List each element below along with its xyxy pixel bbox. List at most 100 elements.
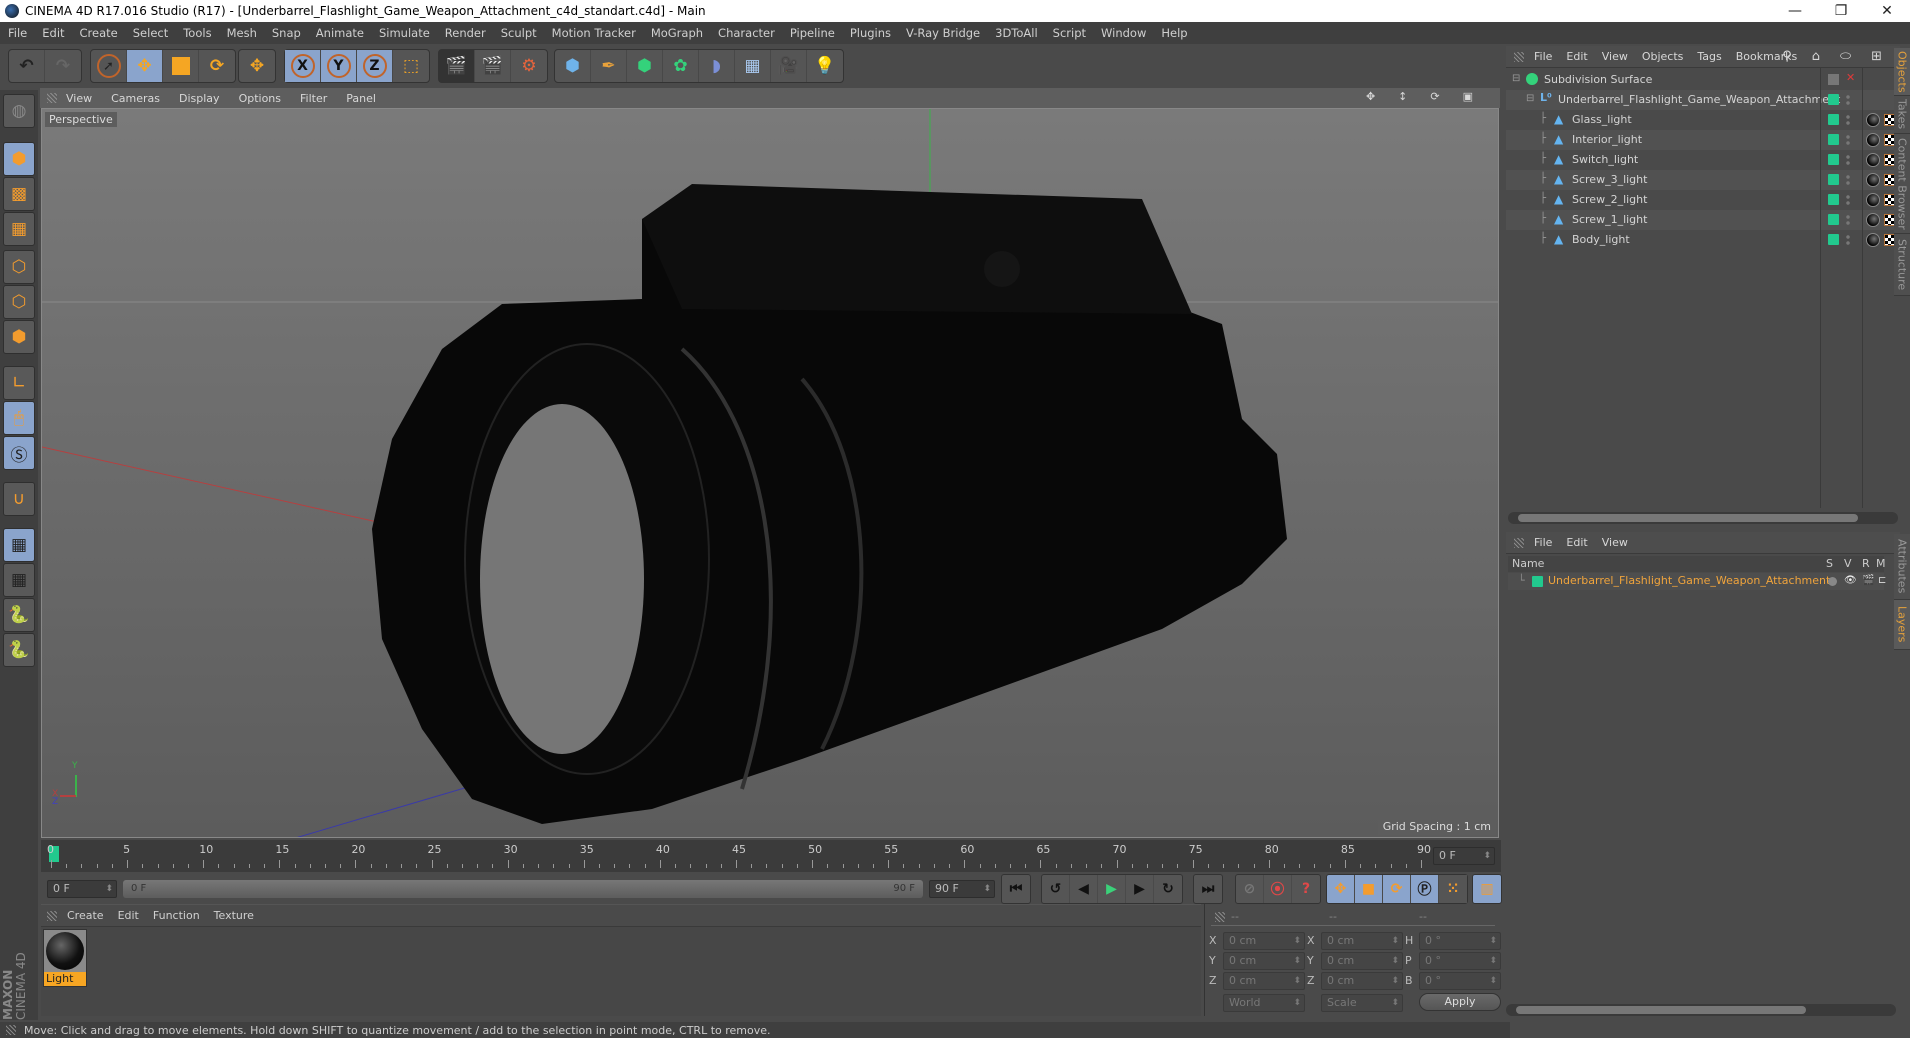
prev-frame-icon[interactable]: ◀ <box>1070 875 1098 903</box>
rot-h-field[interactable]: 0 ° <box>1419 932 1501 950</box>
next-key-icon[interactable]: ↻ <box>1154 875 1182 903</box>
eye-icon[interactable]: ⬭ <box>1840 49 1851 64</box>
object-row[interactable]: ├ ▲ Glass_light <box>1506 110 1900 130</box>
axis-mode-icon[interactable]: ∟ <box>3 366 35 400</box>
object-horizontal-scrollbar[interactable] <box>1508 512 1898 524</box>
object-row[interactable]: ⊟ L⁰ Underbarrel_Flashlight_Game_Weapon_At… <box>1506 90 1900 110</box>
menu-window[interactable]: Window <box>1101 26 1146 40</box>
material-tag-icon[interactable] <box>1866 193 1880 207</box>
obj-menu-file[interactable]: File <box>1534 50 1552 63</box>
viewport-menu-view[interactable]: View <box>66 92 92 105</box>
pos-z-field[interactable]: 0 cm <box>1223 972 1305 990</box>
tweak-mode-icon[interactable]: 🖱 <box>3 401 35 435</box>
obj-menu-objects[interactable]: Objects <box>1642 50 1684 63</box>
menu-create[interactable]: Create <box>80 26 118 40</box>
menu-character[interactable]: Character <box>718 26 775 40</box>
layer-name[interactable]: Underbarrel_Flashlight_Game_Weapon_Attac… <box>1548 574 1830 587</box>
object-row[interactable]: ├ ▲ Interior_light <box>1506 130 1900 150</box>
key-rotation-icon[interactable]: ⟳ <box>1383 875 1411 903</box>
material-menu-function[interactable]: Function <box>153 909 200 922</box>
layer-color-swatch[interactable] <box>1532 576 1543 587</box>
make-editable-icon[interactable]: ◍ <box>3 94 35 128</box>
layer-row[interactable]: └ Underbarrel_Flashlight_Game_Weapon_Att… <box>1508 573 1886 590</box>
pos-y-field[interactable]: 0 cm <box>1223 952 1305 970</box>
menu-pipeline[interactable]: Pipeline <box>790 26 835 40</box>
layer-menu-file[interactable]: File <box>1534 536 1552 549</box>
obj-menu-view[interactable]: View <box>1602 50 1628 63</box>
camera-icon[interactable]: 🎥 <box>771 50 807 82</box>
apply-button[interactable]: Apply <box>1419 993 1501 1011</box>
visibility-dots[interactable] <box>1846 94 1850 106</box>
search-icon[interactable]: ⚲ <box>1782 49 1792 64</box>
cloner-icon[interactable]: ✿ <box>663 50 699 82</box>
disabled-x-icon[interactable]: ✕ <box>1846 71 1855 84</box>
y-axis-lock[interactable]: Y <box>321 50 357 82</box>
light-icon[interactable]: 💡 <box>807 50 843 82</box>
flashlight-model[interactable] <box>372 184 1287 824</box>
material-tag-icon[interactable] <box>1866 173 1880 187</box>
render-column[interactable]: R <box>1862 557 1870 570</box>
panel-grip[interactable] <box>1514 537 1524 548</box>
pan-view-icon[interactable]: ✥ <box>1366 90 1375 103</box>
layer-color-swatch[interactable] <box>1828 154 1839 165</box>
solo-mode-icon[interactable]: Ⓢ <box>3 436 35 470</box>
object-name[interactable]: Glass_light <box>1572 113 1632 126</box>
key-scale-icon[interactable]: ■ <box>1355 875 1383 903</box>
object-name[interactable]: Body_light <box>1572 233 1630 246</box>
layer-color-swatch[interactable] <box>1828 214 1839 225</box>
pen-spline-icon[interactable]: ✒ <box>591 50 627 82</box>
python-icon[interactable]: 🐍 <box>3 598 35 632</box>
panel-grip[interactable] <box>1215 912 1225 922</box>
scale-icon[interactable] <box>163 50 199 82</box>
deformer-icon[interactable]: ◗ <box>699 50 735 82</box>
object-row[interactable]: ⊟ Subdivision Surface ✕ <box>1506 70 1900 90</box>
prev-key-icon[interactable]: ↺ <box>1042 875 1070 903</box>
object-row[interactable]: ├ ▲ Screw_3_light <box>1506 170 1900 190</box>
rot-p-field[interactable]: 0 ° <box>1419 952 1501 970</box>
end-frame-field[interactable]: 90 F <box>929 880 995 898</box>
home-icon[interactable]: ⌂ <box>1812 49 1820 64</box>
visibility-dots[interactable] <box>1846 134 1850 146</box>
size-y-field[interactable]: 0 cm <box>1321 952 1403 970</box>
panel-grip[interactable] <box>47 910 57 921</box>
rotate-view-icon[interactable]: ⟳ <box>1430 90 1439 103</box>
object-row[interactable]: ├ ▲ Switch_light <box>1506 150 1900 170</box>
menu-snap[interactable]: Snap <box>272 26 301 40</box>
object-name[interactable]: Screw_1_light <box>1572 213 1647 226</box>
menu-help[interactable]: Help <box>1161 26 1187 40</box>
texture-mode-icon[interactable]: ▩ <box>3 177 35 211</box>
motion-record-icon[interactable]: ⊘ <box>1236 875 1264 903</box>
goto-end-icon[interactable]: ⏭ <box>1194 875 1222 903</box>
layer-color-swatch[interactable] <box>1828 134 1839 145</box>
size-z-field[interactable]: 0 cm <box>1321 972 1403 990</box>
menu-tools[interactable]: Tools <box>183 26 211 40</box>
new-view-icon[interactable]: ⊞ <box>1871 49 1882 64</box>
object-row[interactable]: ├ ▲ Screw_1_light <box>1506 210 1900 230</box>
subdivision-surface-icon[interactable]: ⬢ <box>627 50 663 82</box>
tab-structure[interactable]: Structure <box>1894 234 1910 296</box>
menu-3dtoall[interactable]: 3DToAll <box>995 26 1038 40</box>
tab-layers[interactable]: Layers <box>1894 600 1910 650</box>
key-pla-icon[interactable]: ⁙ <box>1439 875 1467 903</box>
tab-takes[interactable]: Takes <box>1894 96 1910 134</box>
menu-motion-tracker[interactable]: Motion Tracker <box>552 26 636 40</box>
viewport-menu-display[interactable]: Display <box>179 92 220 105</box>
live-selection-icon[interactable]: ➚ <box>91 50 127 82</box>
workplane-mode-icon[interactable]: ▦ <box>3 212 35 246</box>
viewport-menu-cameras[interactable]: Cameras <box>111 92 160 105</box>
visibility-dots[interactable] <box>1846 114 1850 126</box>
close-button[interactable]: ✕ <box>1864 0 1910 22</box>
key-position-icon[interactable]: ✥ <box>1327 875 1355 903</box>
tree-expander[interactable]: ⊟ <box>1526 93 1534 104</box>
material-tag-icon[interactable] <box>1866 133 1880 147</box>
menu-vray-bridge[interactable]: V-Ray Bridge <box>906 26 980 40</box>
manager-tree-icon[interactable]: ⊏ <box>1878 575 1886 586</box>
toggle-view-icon[interactable]: ▣ <box>1463 90 1473 103</box>
lock-workplane-icon[interactable]: ▦ <box>3 528 35 562</box>
current-frame-field[interactable]: 0 F <box>1433 847 1495 865</box>
viewport-menu-options[interactable]: Options <box>239 92 281 105</box>
key-parameter-icon[interactable]: Ⓟ <box>1411 875 1439 903</box>
visibility-dots[interactable] <box>1846 194 1850 206</box>
world-coordinate-icon[interactable]: ⬚ <box>393 50 429 82</box>
size-mode-dropdown[interactable]: Scale <box>1321 994 1403 1012</box>
